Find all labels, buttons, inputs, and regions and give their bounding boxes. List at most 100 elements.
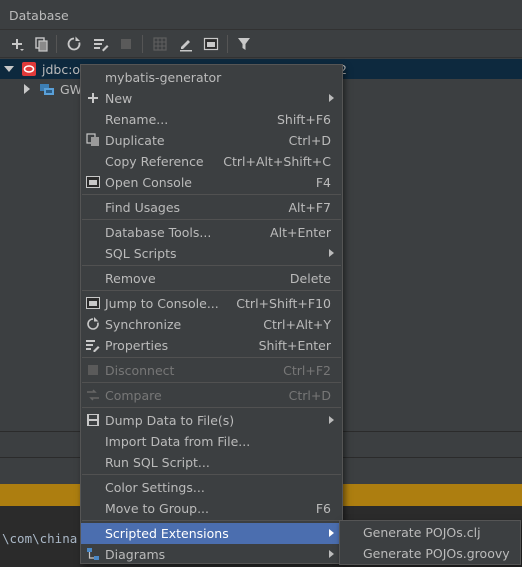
- menu-item-label: Synchronize: [105, 317, 182, 332]
- menu-separator: [82, 474, 341, 475]
- menu-item-diagrams[interactable]: Diagrams: [81, 544, 342, 565]
- menu-item-disconnect[interactable]: Disconnect Ctrl+F2: [81, 360, 342, 381]
- menu-item-find-usages[interactable]: Find Usages Alt+F7: [81, 197, 342, 218]
- menu-item-new[interactable]: New: [81, 88, 342, 109]
- console-icon: [86, 296, 100, 310]
- menu-separator: [82, 265, 341, 266]
- submenu-item-generate-pojos-clj[interactable]: Generate POJOs.clj: [340, 522, 520, 543]
- menu-item-open-console[interactable]: Open Console F4: [81, 172, 342, 193]
- menu-item-label: SQL Scripts: [105, 246, 177, 261]
- menu-item-scripted-extensions[interactable]: Scripted Extensions: [81, 523, 342, 544]
- menu-item-properties[interactable]: Properties Shift+Enter: [81, 335, 342, 356]
- datasource-label: jdbc:o: [42, 61, 81, 77]
- menu-separator: [82, 290, 341, 291]
- menu-separator: [82, 382, 341, 383]
- menu-item-duplicate[interactable]: Duplicate Ctrl+D: [81, 130, 342, 151]
- menu-item-label: Find Usages: [105, 200, 181, 215]
- menu-item-run-sql-script[interactable]: Run SQL Script...: [81, 452, 342, 473]
- menu-item-label: Properties: [105, 338, 169, 353]
- menu-item-shortcut: Alt+Enter: [270, 225, 331, 240]
- menu-item-label: Duplicate: [105, 133, 165, 148]
- submenu-item-label: Generate POJOs.groovy: [363, 546, 510, 561]
- toolbar-separator: [142, 35, 143, 53]
- menu-item-label: New: [105, 91, 133, 106]
- console-path-text: \com\china: [2, 531, 78, 546]
- submenu-item-label: Generate POJOs.clj: [363, 525, 481, 540]
- menu-item-label: Disconnect: [105, 363, 175, 378]
- refresh-icon[interactable]: [64, 34, 84, 54]
- menu-item-import-data[interactable]: Import Data from File...: [81, 431, 342, 452]
- menu-item-dump-data[interactable]: Dump Data to File(s): [81, 410, 342, 431]
- menu-separator: [82, 219, 341, 220]
- schema-icon: [39, 81, 55, 97]
- menu-item-shortcut: Ctrl+F2: [283, 363, 331, 378]
- context-menu: mybatis-generator New Rename... Shift+F6…: [80, 64, 343, 564]
- console-icon: [86, 175, 100, 189]
- menu-separator: [82, 520, 341, 521]
- submenu-arrow-icon: [329, 416, 334, 424]
- database-toolbar: [0, 30, 522, 58]
- menu-item-label: Open Console: [105, 175, 192, 190]
- menu-item-color-settings[interactable]: Color Settings...: [81, 477, 342, 498]
- tree-node-schema[interactable]: GW: [0, 79, 82, 99]
- properties-icon[interactable]: [91, 34, 111, 54]
- menu-item-copy-reference[interactable]: Copy Reference Ctrl+Alt+Shift+C: [81, 151, 342, 172]
- stop-icon: [86, 363, 100, 377]
- toolbar-separator: [56, 35, 57, 53]
- menu-item-synchronize[interactable]: Synchronize Ctrl+Alt+Y: [81, 314, 342, 335]
- menu-item-compare[interactable]: Compare Ctrl+D: [81, 385, 342, 406]
- menu-item-rename[interactable]: Rename... Shift+F6: [81, 109, 342, 130]
- submenu-arrow-icon: [329, 529, 334, 537]
- menu-header-label: mybatis-generator: [105, 70, 222, 85]
- menu-item-move-to-group[interactable]: Move to Group... F6: [81, 498, 342, 519]
- menu-item-sql-scripts[interactable]: SQL Scripts: [81, 243, 342, 264]
- filter-icon[interactable]: [234, 34, 254, 54]
- menu-item-shortcut: Ctrl+Shift+F10: [236, 296, 331, 311]
- chevron-down-icon[interactable]: [4, 64, 14, 74]
- toolbar-separator: [227, 35, 228, 53]
- edit-icon[interactable]: [176, 34, 196, 54]
- oracle-icon: [21, 61, 37, 77]
- menu-item-shortcut: Ctrl+D: [288, 388, 331, 403]
- plus-icon: [86, 91, 100, 105]
- menu-separator: [82, 407, 341, 408]
- menu-item-database-tools[interactable]: Database Tools... Alt+Enter: [81, 222, 342, 243]
- properties-icon: [86, 338, 100, 352]
- diagram-icon: [86, 547, 100, 561]
- compare-icon: [86, 388, 100, 402]
- tool-window-header: Database: [0, 0, 522, 30]
- chevron-right-icon[interactable]: [22, 84, 32, 94]
- menu-header: mybatis-generator: [81, 67, 342, 88]
- menu-item-shortcut: Ctrl+D: [288, 133, 331, 148]
- add-icon[interactable]: [7, 34, 27, 54]
- menu-item-shortcut: F6: [315, 501, 331, 516]
- submenu-arrow-icon: [329, 94, 334, 102]
- menu-item-jump-to-console[interactable]: Jump to Console... Ctrl+Shift+F10: [81, 293, 342, 314]
- menu-item-remove[interactable]: Remove Delete: [81, 268, 342, 289]
- menu-item-label: Scripted Extensions: [105, 526, 229, 541]
- save-icon: [86, 413, 100, 427]
- menu-item-shortcut: Ctrl+Alt+Shift+C: [223, 154, 331, 169]
- menu-item-label: Rename...: [105, 112, 169, 127]
- menu-item-label: Jump to Console...: [105, 296, 219, 311]
- table-icon[interactable]: [150, 34, 170, 54]
- scripted-extensions-submenu: Generate POJOs.clj Generate POJOs.groovy: [339, 520, 521, 565]
- menu-item-shortcut: Shift+F6: [276, 112, 331, 127]
- menu-item-shortcut: Delete: [289, 271, 331, 286]
- refresh-icon: [86, 317, 100, 331]
- stop-icon[interactable]: [116, 34, 136, 54]
- console-icon[interactable]: [201, 34, 221, 54]
- menu-item-shortcut: Shift+Enter: [258, 338, 331, 353]
- duplicate-icon: [86, 133, 100, 147]
- menu-item-shortcut: Ctrl+Alt+Y: [263, 317, 331, 332]
- submenu-item-generate-pojos-groovy[interactable]: Generate POJOs.groovy: [340, 543, 520, 564]
- menu-item-label: Import Data from File...: [105, 434, 251, 449]
- submenu-arrow-icon: [329, 249, 334, 257]
- schema-label: GW: [60, 81, 83, 97]
- menu-item-label: Color Settings...: [105, 480, 205, 495]
- copy-icon[interactable]: [31, 34, 51, 54]
- menu-item-shortcut: F4: [315, 175, 331, 190]
- tool-window-title: Database: [9, 8, 69, 23]
- menu-item-label: Run SQL Script...: [105, 455, 210, 470]
- menu-item-label: Compare: [105, 388, 162, 403]
